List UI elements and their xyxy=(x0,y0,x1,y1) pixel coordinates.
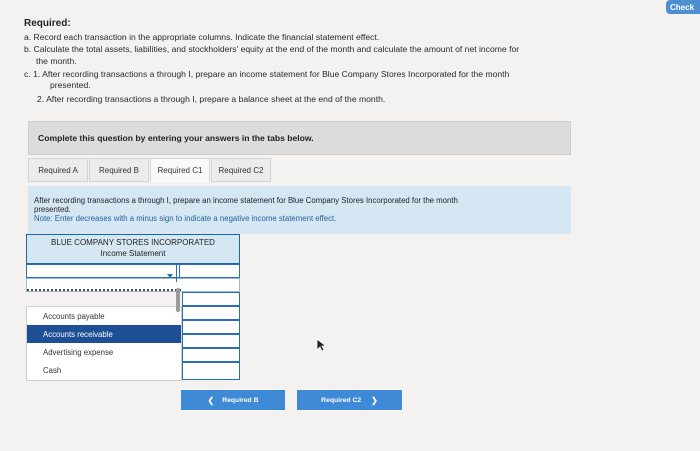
required-b-cont: the month. xyxy=(36,56,77,66)
dropdown-option[interactable]: Accounts payable xyxy=(27,307,181,325)
required-c1: c. 1. After recording transactions a thr… xyxy=(24,69,510,79)
company-name: BLUE COMPANY STORES INCORPORATED xyxy=(51,238,215,247)
tab-required-b[interactable]: Required B xyxy=(89,158,149,182)
chevron-down-icon[interactable] xyxy=(165,267,175,278)
statement-row[interactable] xyxy=(26,278,240,292)
tab-required-c2[interactable]: Required C2 xyxy=(211,158,271,182)
tab-bar: Required A Required B Required C1 Requir… xyxy=(28,158,272,182)
mouse-pointer-icon xyxy=(316,338,328,352)
chevron-left-icon: ❮ xyxy=(207,395,215,405)
amount-cell[interactable] xyxy=(182,348,240,362)
required-c2: 2. After recording transactions a throug… xyxy=(37,94,386,104)
panel-note: Note: Enter decreases with a minus sign … xyxy=(34,214,337,223)
panel-text-line2: presented. xyxy=(34,205,71,214)
amount-cell[interactable] xyxy=(182,292,240,306)
amount-cell[interactable] xyxy=(182,334,240,348)
statement-title: Income Statement xyxy=(100,249,166,258)
required-c1-cont: presented. xyxy=(50,80,91,90)
account-dropdown-list[interactable]: Accounts payable Accounts receivable Adv… xyxy=(26,306,182,381)
check-button[interactable]: Check xyxy=(666,0,700,14)
required-heading: Required: xyxy=(24,18,71,29)
dropdown-option[interactable]: Advertising expense xyxy=(27,343,181,361)
tab-required-c1[interactable]: Required C1 xyxy=(150,158,210,182)
scrollbar-thumb[interactable] xyxy=(176,288,180,312)
required-b: b. Calculate the total assets, liabiliti… xyxy=(24,44,520,54)
prev-required-b-button[interactable]: ❮ Required B xyxy=(181,390,285,410)
statement-header: BLUE COMPANY STORES INCORPORATED Income … xyxy=(26,234,240,264)
dropdown-option[interactable]: Cash xyxy=(27,361,181,379)
dropdown-option-selected[interactable]: Accounts receivable xyxy=(27,325,181,343)
statement-row-select[interactable] xyxy=(26,264,240,278)
instructions-text: Complete this question by entering your … xyxy=(38,133,314,143)
amount-cell[interactable] xyxy=(182,306,240,320)
chevron-right-icon: ❯ xyxy=(371,395,378,405)
panel-instructions: After recording transactions a through I… xyxy=(28,186,571,234)
required-a: a. Record each transaction in the approp… xyxy=(24,32,380,42)
instructions-box: Complete this question by entering your … xyxy=(28,121,571,155)
text-cursor xyxy=(176,264,177,282)
next-required-c2-button[interactable]: Required C2 ❯ xyxy=(297,390,402,410)
income-statement: BLUE COMPANY STORES INCORPORATED Income … xyxy=(26,234,240,264)
prev-button-label: Required B xyxy=(222,396,259,404)
panel-text-line1: After recording transactions a through I… xyxy=(34,196,458,205)
tab-required-a[interactable]: Required A xyxy=(28,158,88,182)
amount-cell[interactable] xyxy=(182,362,240,380)
amount-cell[interactable] xyxy=(182,320,240,334)
next-button-label: Required C2 xyxy=(321,396,362,404)
